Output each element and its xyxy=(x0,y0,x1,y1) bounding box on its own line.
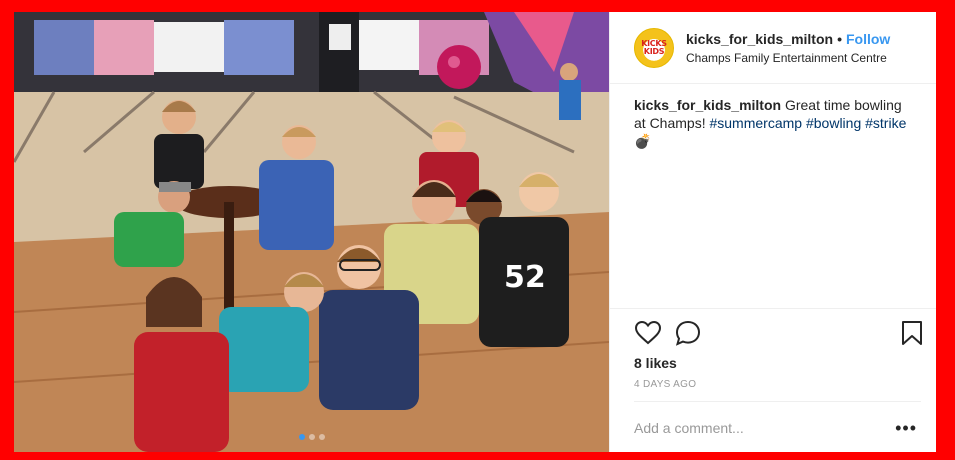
caption-username[interactable]: kicks_for_kids_milton xyxy=(634,97,781,113)
post-timestamp[interactable]: 4 DAYS AGO xyxy=(634,379,696,390)
likes-count[interactable]: 8 likes xyxy=(634,355,677,371)
action-icon-row xyxy=(634,319,922,349)
carousel-dot[interactable] xyxy=(318,434,325,440)
carousel-dot-active[interactable] xyxy=(298,434,305,440)
comment-box: ••• xyxy=(634,401,921,452)
follow-button[interactable]: Follow xyxy=(846,31,890,47)
post-card: 52 KICKS KIDS kicks_for_kids_milton • Fo… xyxy=(14,12,936,452)
post-caption: kicks_for_kids_milton Great time bowling… xyxy=(634,96,914,150)
post-header: KICKS KIDS kicks_for_kids_milton • Follo… xyxy=(610,12,936,84)
user-block: kicks_for_kids_milton • Follow Champs Fa… xyxy=(686,31,890,65)
hashtag-link[interactable]: #summercamp xyxy=(709,115,802,131)
bowling-photo-illustration: 52 xyxy=(14,12,609,452)
bookmark-icon[interactable] xyxy=(898,319,926,347)
hashtag-link[interactable]: #bowling xyxy=(806,115,861,131)
username-link[interactable]: kicks_for_kids_milton xyxy=(686,31,833,47)
bomb-emoji: 💣 xyxy=(634,133,652,149)
comment-icon[interactable] xyxy=(674,319,702,347)
more-options-icon[interactable]: ••• xyxy=(895,419,917,437)
location-link[interactable]: Champs Family Entertainment Centre xyxy=(686,51,890,65)
avatar[interactable]: KICKS KIDS xyxy=(634,27,674,68)
avatar-logo: KICKS KIDS xyxy=(641,38,667,56)
post-photo[interactable]: 52 xyxy=(14,12,609,452)
post-actions: 8 likes 4 DAYS AGO ••• xyxy=(610,308,936,452)
heart-icon[interactable] xyxy=(634,319,662,347)
hashtag-link[interactable]: #strike xyxy=(865,115,906,131)
carousel-dot[interactable] xyxy=(308,434,315,440)
jersey-number: 52 xyxy=(504,260,546,295)
carousel-indicator xyxy=(14,434,609,440)
post-side-panel: KICKS KIDS kicks_for_kids_milton • Follo… xyxy=(609,12,936,452)
user-line: kicks_for_kids_milton • Follow xyxy=(686,31,890,47)
separator-bullet: • xyxy=(837,30,842,47)
comment-input[interactable] xyxy=(634,419,874,436)
